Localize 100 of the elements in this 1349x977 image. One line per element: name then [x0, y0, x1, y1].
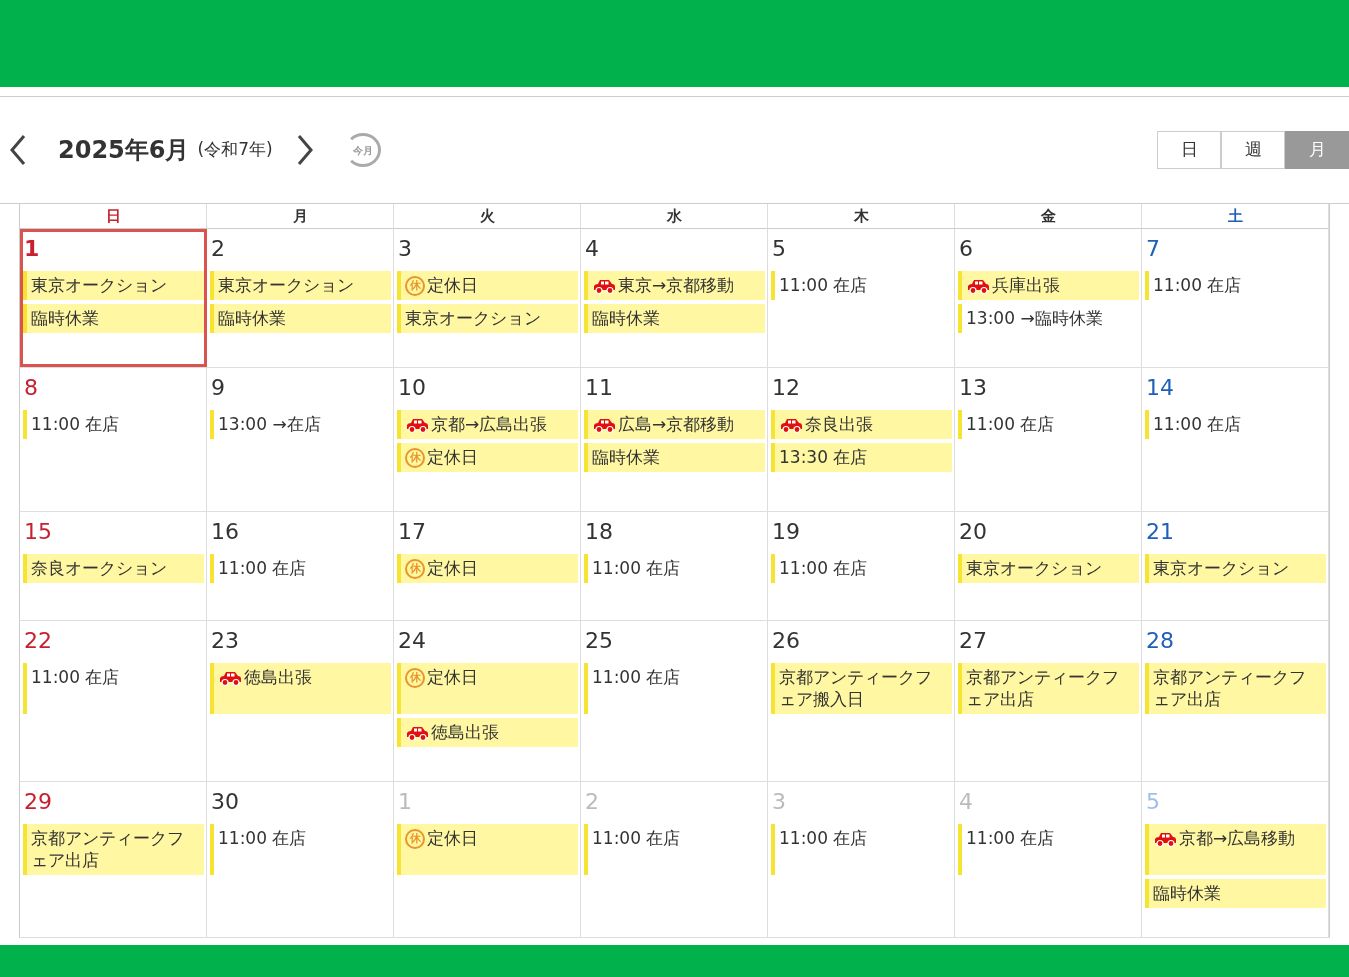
- day-number: 26: [771, 627, 801, 655]
- calendar-event[interactable]: 臨時休業: [210, 304, 391, 333]
- day-number: 28: [1145, 627, 1175, 655]
- month-title: 2025年6月: [58, 135, 190, 166]
- calendar-event[interactable]: 11:00 在店: [210, 824, 391, 875]
- day-number: 29: [23, 788, 53, 816]
- calendar-event[interactable]: 13:00 →在店: [210, 410, 391, 439]
- day-number: 30: [210, 788, 240, 816]
- day-number: 8: [23, 374, 39, 402]
- view-tab[interactable]: 日: [1157, 131, 1221, 169]
- day-number: 27: [958, 627, 988, 655]
- calendar-event[interactable]: 徳島出張: [210, 663, 391, 714]
- day-number: 3: [771, 788, 787, 816]
- calendar-event[interactable]: 京都アンティークフェア搬入日: [771, 663, 952, 714]
- weekday-header: 土: [1142, 204, 1329, 229]
- day-number: 23: [210, 627, 240, 655]
- day-number: 4: [584, 235, 600, 263]
- day-number: 18: [584, 518, 614, 546]
- car-icon: [1153, 831, 1177, 847]
- car-icon: [966, 278, 990, 294]
- day-number: 3: [397, 235, 413, 263]
- day-number: 1: [397, 788, 413, 816]
- calendar-event[interactable]: 11:00 在店: [1145, 271, 1326, 300]
- calendar-event[interactable]: 京都アンティークフェア出店: [23, 824, 204, 875]
- day-number: 1: [23, 235, 41, 263]
- day-number: 11: [584, 374, 614, 402]
- view-tab[interactable]: 週: [1221, 131, 1285, 169]
- closed-day-badge: 休: [405, 276, 425, 296]
- car-icon: [592, 417, 616, 433]
- day-number: 21: [1145, 518, 1175, 546]
- closed-day-badge: 休: [405, 829, 425, 849]
- calendar-event[interactable]: 休 定休日: [397, 443, 578, 472]
- car-icon: [405, 725, 429, 741]
- closed-day-badge: 休: [405, 559, 425, 579]
- day-number: 10: [397, 374, 427, 402]
- calendar-event[interactable]: 東京オークション: [397, 304, 578, 333]
- day-number: 2: [584, 788, 600, 816]
- calendar-event[interactable]: 京都アンティークフェア出店: [1145, 663, 1326, 714]
- calendar-event[interactable]: 臨時休業: [1145, 879, 1326, 908]
- calendar-event[interactable]: 11:00 在店: [23, 663, 204, 714]
- calendar-event[interactable]: 11:00 在店: [584, 663, 765, 714]
- calendar-event[interactable]: 徳島出張: [397, 718, 578, 747]
- car-icon: [218, 670, 242, 686]
- calendar-event[interactable]: 兵庫出張: [958, 271, 1139, 300]
- calendar-event[interactable]: 京都→広島移動: [1145, 824, 1326, 875]
- day-number: 2: [210, 235, 226, 263]
- calendar-event[interactable]: 13:30 在店: [771, 443, 952, 472]
- calendar-event[interactable]: 東京→京都移動: [584, 271, 765, 300]
- calendar-event[interactable]: 11:00 在店: [958, 410, 1139, 439]
- calendar-event[interactable]: 11:00 在店: [23, 410, 204, 439]
- calendar-event[interactable]: 休 定休日: [397, 271, 578, 300]
- weekday-header: 日: [20, 204, 207, 229]
- calendar-event[interactable]: 11:00 在店: [1145, 410, 1326, 439]
- calendar-event[interactable]: 11:00 在店: [584, 824, 765, 875]
- day-number: 25: [584, 627, 614, 655]
- calendar-event[interactable]: 11:00 在店: [771, 824, 952, 875]
- calendar-event[interactable]: 東京オークション: [958, 554, 1139, 583]
- calendar-event[interactable]: 休 定休日: [397, 663, 578, 714]
- day-number: 9: [210, 374, 226, 402]
- calendar-event[interactable]: 広島→京都移動: [584, 410, 765, 439]
- calendar-event[interactable]: 京都→広島出張: [397, 410, 578, 439]
- day-number: 20: [958, 518, 988, 546]
- day-number: 22: [23, 627, 53, 655]
- car-icon: [405, 417, 429, 433]
- weekday-header: 金: [955, 204, 1142, 229]
- calendar-event[interactable]: 東京オークション: [23, 271, 204, 300]
- calendar-event[interactable]: 東京オークション: [210, 271, 391, 300]
- car-icon: [779, 417, 803, 433]
- calendar-event[interactable]: 休 定休日: [397, 554, 578, 583]
- calendar-event[interactable]: 13:00 →臨時休業: [958, 304, 1139, 333]
- calendar-event[interactable]: 京都アンティークフェア出店: [958, 663, 1139, 714]
- closed-day-badge: 休: [405, 668, 425, 688]
- day-number: 24: [397, 627, 427, 655]
- calendar-event[interactable]: 奈良オークション: [23, 554, 204, 583]
- day-number: 17: [397, 518, 427, 546]
- day-number: 19: [771, 518, 801, 546]
- calendar-event[interactable]: 奈良出張: [771, 410, 952, 439]
- day-number: 14: [1145, 374, 1175, 402]
- calendar-event[interactable]: 臨時休業: [584, 443, 765, 472]
- day-number: 7: [1145, 235, 1161, 263]
- day-number: 4: [958, 788, 974, 816]
- weekday-header: 火: [394, 204, 581, 229]
- calendar-event[interactable]: 臨時休業: [23, 304, 204, 333]
- calendar-event[interactable]: 休 定休日: [397, 824, 578, 875]
- closed-day-badge: 休: [405, 448, 425, 468]
- day-number: 15: [23, 518, 53, 546]
- calendar-event[interactable]: 東京オークション: [1145, 554, 1326, 583]
- day-number: 16: [210, 518, 240, 546]
- calendar-event[interactable]: 臨時休業: [584, 304, 765, 333]
- day-number: 5: [771, 235, 787, 263]
- calendar-event[interactable]: 11:00 在店: [771, 271, 952, 300]
- weekday-header: 木: [768, 204, 955, 229]
- weekday-header: 水: [581, 204, 768, 229]
- calendar-event[interactable]: 11:00 在店: [210, 554, 391, 583]
- calendar-event[interactable]: 11:00 在店: [584, 554, 765, 583]
- era-year: (令和7年): [197, 138, 273, 162]
- weekday-header: 月: [207, 204, 394, 229]
- calendar-event[interactable]: 11:00 在店: [958, 824, 1139, 875]
- calendar-event[interactable]: 11:00 在店: [771, 554, 952, 583]
- day-number: 5: [1145, 788, 1161, 816]
